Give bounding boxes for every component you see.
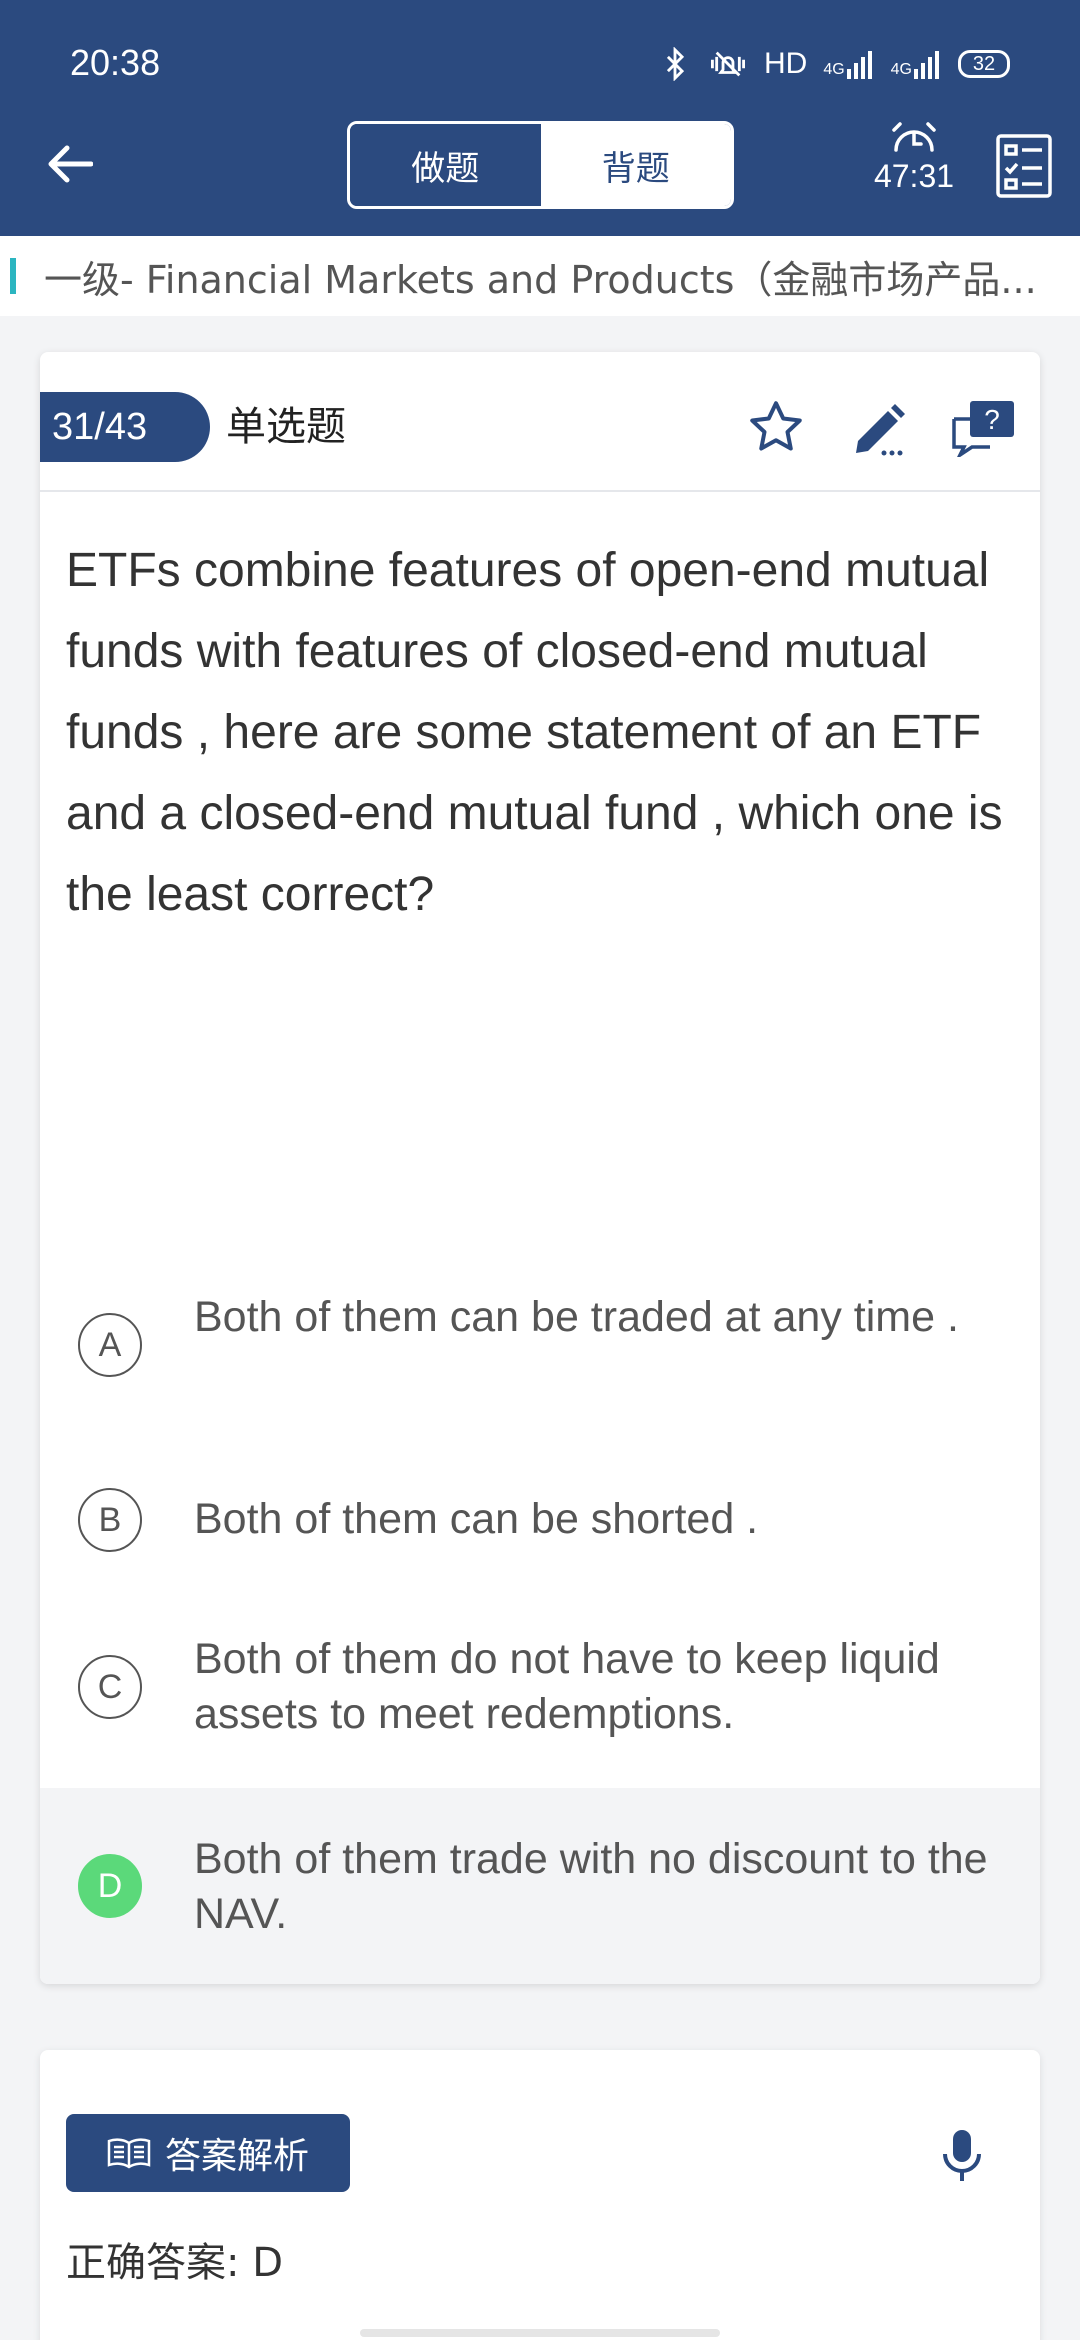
option-a-letter: A xyxy=(78,1313,142,1377)
home-indicator[interactable] xyxy=(360,2329,720,2337)
favorite-button[interactable] xyxy=(746,397,806,457)
tab-memorize[interactable]: 背题 xyxy=(540,124,731,206)
vibrate-icon xyxy=(710,51,745,77)
option-c-letter: C xyxy=(78,1655,142,1719)
svg-text:?: ? xyxy=(984,404,1000,435)
back-button[interactable] xyxy=(40,134,100,194)
battery-icon: 32 xyxy=(958,50,1010,78)
question-type: 单选题 xyxy=(226,404,346,450)
correct-answer: 正确答案: D xyxy=(66,2240,283,2286)
question-header: 31/43 单选题 ? xyxy=(40,352,1040,492)
question-chat-icon: ? xyxy=(952,401,1014,461)
feedback-button[interactable]: ? xyxy=(950,397,1014,461)
checklist-icon xyxy=(996,134,1052,198)
analysis-button[interactable]: 答案解析 xyxy=(66,2114,350,2192)
star-icon xyxy=(750,401,802,451)
breadcrumb-accent xyxy=(10,258,16,294)
voice-button[interactable] xyxy=(940,2128,984,2184)
option-c[interactable]: C Both of them do not have to keep liqui… xyxy=(40,1622,1040,1752)
pencil-icon xyxy=(856,404,905,456)
status-time: 20:38 xyxy=(70,42,161,83)
hd-label: HD xyxy=(763,47,808,80)
breadcrumb-text: 一级- Financial Markets and Products（金融市场产… xyxy=(44,257,1037,302)
signal-icon xyxy=(846,51,872,79)
arrow-left-icon xyxy=(48,145,93,183)
note-button[interactable] xyxy=(850,397,910,457)
analysis-card: 答案解析 正确答案: D xyxy=(40,2050,1040,2340)
progress-badge: 31/43 xyxy=(40,392,210,462)
option-b-letter: B xyxy=(78,1488,142,1552)
option-d-text: Both of them trade with no discount to t… xyxy=(194,1835,988,1938)
alarm-clock-icon xyxy=(892,122,936,152)
analysis-button-label: 答案解析 xyxy=(164,2136,309,2177)
option-a-text: Both of them can be traded at any time . xyxy=(194,1293,959,1341)
status-icons: HD 4G 4G 32 xyxy=(658,42,1010,86)
book-icon xyxy=(107,2138,151,2169)
bluetooth-icon xyxy=(666,47,685,81)
app-header: 20:38 HD 4G 4G 32 做题 背题 47:31 xyxy=(0,0,1080,236)
signal-1-label: 4G xyxy=(823,61,845,78)
microphone-icon xyxy=(943,2130,981,2181)
timer[interactable]: 47:31 xyxy=(864,120,964,195)
option-a[interactable]: A Both of them can be traded at any time… xyxy=(40,1280,1040,1410)
signal-2: 4G xyxy=(891,49,942,79)
question-text: ETFs combine features of open-end mutual… xyxy=(66,544,1003,921)
tab-practice[interactable]: 做题 xyxy=(350,124,541,206)
answer-sheet-button[interactable] xyxy=(996,134,1052,198)
signal-2-label: 4G xyxy=(890,61,912,78)
option-b[interactable]: B Both of them can be shorted . xyxy=(40,1462,1040,1578)
mode-toggle: 做题 背题 xyxy=(347,121,734,209)
signal-1: 4G xyxy=(823,49,874,79)
question-card: 31/43 单选题 ? ETFs combine features of ope… xyxy=(40,352,1040,1984)
breadcrumb: 一级- Financial Markets and Products（金融市场产… xyxy=(0,236,1080,316)
signal-icon xyxy=(914,51,939,79)
timer-value: 47:31 xyxy=(873,158,955,194)
battery-level: 32 xyxy=(972,52,996,75)
option-d[interactable]: D Both of them trade with no discount to… xyxy=(40,1788,1040,1984)
option-b-text: Both of them can be shorted . xyxy=(194,1495,759,1543)
option-d-letter: D xyxy=(78,1854,142,1918)
option-c-text: Both of them do not have to keep liquid … xyxy=(194,1635,940,1738)
